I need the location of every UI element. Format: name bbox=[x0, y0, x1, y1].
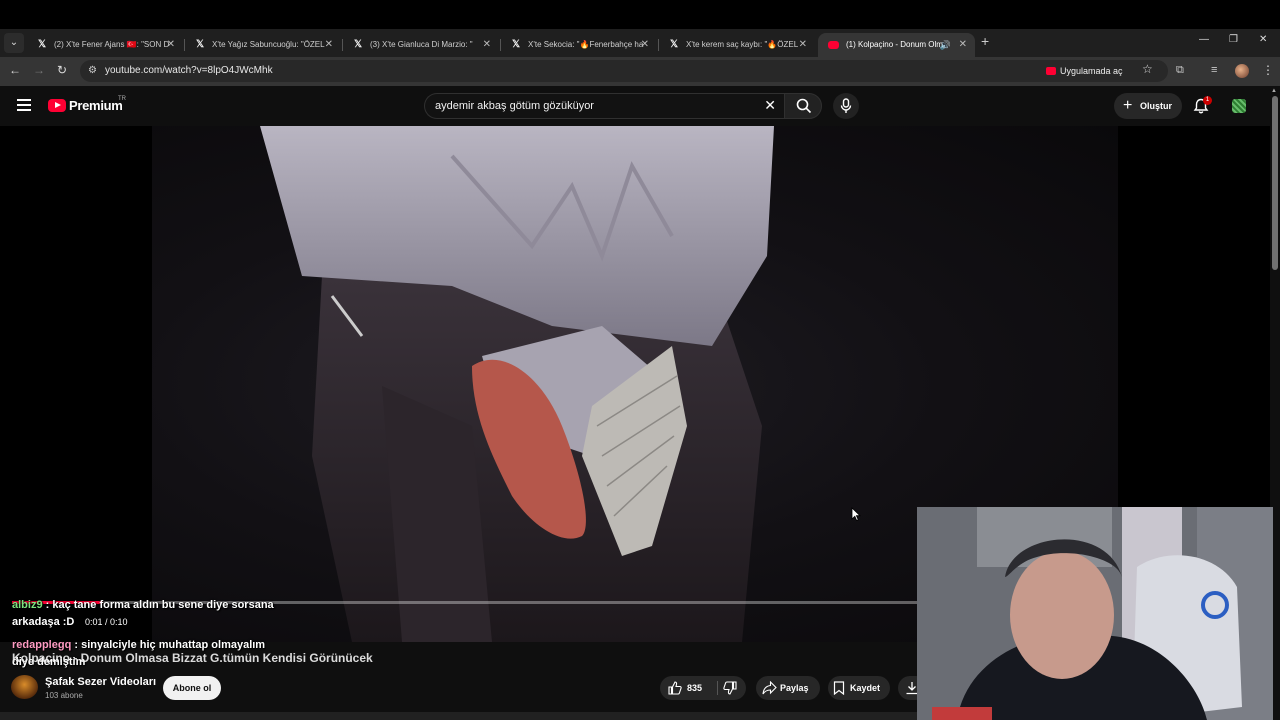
tab-title: X'te kerem saç kaybı: "🔥ÖZEL bbox=[686, 40, 799, 49]
youtube-icon bbox=[1046, 67, 1056, 75]
youtube-icon bbox=[828, 41, 839, 49]
chat-message: albiz9 : kaç tane forma aldın bu sene di… bbox=[12, 597, 274, 631]
tab-title: X'te Sekocia: "🔥Fenerbahçe ha bbox=[528, 40, 644, 49]
tab-title: (2) X'te Fener Ajans 🇹🇷: "SON D bbox=[54, 40, 170, 49]
clear-search-icon[interactable]: ✕ bbox=[764, 97, 776, 114]
x-logo-icon: 𝕏 bbox=[195, 39, 205, 50]
back-arrow-icon[interactable]: ← bbox=[9, 63, 21, 77]
bookmark-star-icon[interactable]: ☆ bbox=[1142, 62, 1153, 76]
x-logo-icon: 𝕏 bbox=[669, 39, 679, 50]
channel-avatar[interactable] bbox=[11, 675, 38, 699]
chat-text: sinyalciyle hiç muhattap olmayalım bbox=[81, 639, 266, 651]
browser-tab[interactable]: 𝕏 X'te kerem saç kaybı: "🔥ÖZEL ✕ bbox=[658, 33, 815, 57]
youtube-header: Premium TR aydemir akbaş götüm gözüküyor… bbox=[0, 86, 1280, 126]
account-avatar[interactable] bbox=[1232, 99, 1246, 113]
close-icon[interactable]: ✕ bbox=[483, 33, 491, 57]
subscribe-button[interactable]: Abone ol bbox=[163, 676, 221, 700]
address-bar-row: ← → ↻ ⚙ youtube.com/watch?v=8lpO4JWcMhk … bbox=[0, 57, 1280, 86]
page-scrollbar-thumb[interactable] bbox=[1272, 96, 1278, 270]
close-icon[interactable]: ✕ bbox=[959, 33, 967, 57]
like-dislike-pill: 835 bbox=[660, 676, 746, 700]
chat-text: kaç tane forma aldın bu sene diye sorsan… bbox=[52, 599, 274, 611]
media-control-icon[interactable]: ≡ bbox=[1211, 64, 1217, 76]
browser-tab-active[interactable]: (1) Kolpaçino - Donum Olm 🔊 ✕ bbox=[818, 33, 975, 57]
omnibox[interactable]: ⚙ youtube.com/watch?v=8lpO4JWcMhk Uygula… bbox=[80, 60, 1168, 82]
mouse-cursor-icon bbox=[851, 507, 861, 522]
search-box[interactable]: aydemir akbaş götüm gözüküyor ✕ bbox=[424, 93, 784, 119]
new-tab-button[interactable]: + bbox=[981, 33, 989, 49]
window-close-icon[interactable]: ✕ bbox=[1259, 34, 1267, 45]
browser-tab[interactable]: 𝕏 (2) X'te Fener Ajans 🇹🇷: "SON D ✕ bbox=[26, 33, 183, 57]
tab-title: (3) X'te Gianluca Di Marzio: " bbox=[370, 40, 473, 49]
browser-tab[interactable]: 𝕏 X'te Yağız Sabuncuoğlu: "ÖZEL ✕ bbox=[184, 33, 341, 57]
youtube-logo-icon[interactable] bbox=[48, 99, 66, 112]
top-black-bar bbox=[0, 0, 1280, 29]
subscriber-count: 103 abone bbox=[45, 691, 83, 700]
save-button[interactable]: Kaydet bbox=[828, 676, 890, 700]
reload-icon[interactable]: ↻ bbox=[57, 63, 67, 77]
search-input[interactable]: aydemir akbaş götüm gözüküyor bbox=[435, 94, 594, 118]
search-button[interactable] bbox=[784, 93, 822, 119]
create-label: Oluştur bbox=[1140, 101, 1173, 111]
close-icon[interactable]: ✕ bbox=[325, 33, 333, 57]
more-options-icon[interactable]: ⋮ bbox=[1262, 63, 1274, 77]
forward-arrow-icon[interactable]: → bbox=[33, 63, 45, 77]
open-in-app-button[interactable]: Uygulamada aç bbox=[1046, 63, 1123, 79]
webcam-person-illustration bbox=[917, 507, 1273, 720]
like-thumb-icon[interactable] bbox=[668, 681, 682, 695]
hamburger-menu-icon[interactable] bbox=[17, 99, 31, 111]
x-logo-icon: 𝕏 bbox=[37, 39, 47, 50]
youtube-premium-brand[interactable]: Premium bbox=[69, 98, 123, 113]
tab-title: (1) Kolpaçino - Donum Olm bbox=[846, 40, 943, 49]
dislike-thumb-icon[interactable] bbox=[723, 681, 737, 695]
close-icon[interactable]: ✕ bbox=[167, 33, 175, 57]
like-divider bbox=[717, 681, 718, 695]
microphone-icon bbox=[840, 98, 852, 113]
share-arrow-icon bbox=[762, 681, 777, 695]
tab-strip: ⌄ 𝕏 (2) X'te Fener Ajans 🇹🇷: "SON D ✕ 𝕏 … bbox=[0, 29, 1280, 57]
x-logo-icon: 𝕏 bbox=[353, 39, 363, 50]
create-button[interactable]: + Oluştur bbox=[1114, 93, 1182, 119]
minimize-icon[interactable]: — bbox=[1199, 34, 1209, 45]
notification-count-badge: 1 bbox=[1203, 96, 1212, 105]
browser-tab[interactable]: 𝕏 X'te Sekocia: "🔥Fenerbahçe ha ✕ bbox=[500, 33, 657, 57]
chat-text-continued: arkadaşa :D bbox=[12, 616, 75, 628]
like-count[interactable]: 835 bbox=[687, 676, 702, 700]
chat-username: albiz9 bbox=[12, 599, 43, 611]
browser-tab[interactable]: 𝕏 (3) X'te Gianluca Di Marzio: " ✕ bbox=[342, 33, 499, 57]
plus-icon: + bbox=[1123, 97, 1133, 114]
region-code: TR bbox=[118, 96, 126, 102]
save-label: Kaydet bbox=[850, 683, 881, 693]
speaker-icon[interactable]: 🔊 bbox=[940, 33, 951, 57]
voice-search-button[interactable] bbox=[833, 93, 859, 119]
close-icon[interactable]: ✕ bbox=[641, 33, 649, 57]
extensions-icon[interactable]: ⧉ bbox=[1176, 64, 1184, 77]
chat-username: redapplegq bbox=[12, 639, 72, 651]
video-title: Kolpaçino - Donum Olmasa Bizzat G.tümün … bbox=[12, 651, 373, 665]
site-info-icon[interactable]: ⚙ bbox=[88, 65, 97, 76]
x-logo-icon: 𝕏 bbox=[511, 39, 521, 50]
close-icon[interactable]: ✕ bbox=[799, 33, 807, 57]
open-in-app-label: Uygulamada aç bbox=[1060, 66, 1123, 76]
restore-icon[interactable]: ❐ bbox=[1229, 34, 1238, 45]
profile-avatar[interactable] bbox=[1235, 64, 1249, 78]
channel-name[interactable]: Şafak Sezer Videoları bbox=[45, 676, 156, 688]
share-label: Paylaş bbox=[780, 683, 809, 693]
tab-search-button[interactable]: ⌄ bbox=[4, 33, 24, 53]
scroll-up-arrow-icon[interactable]: ▲ bbox=[1271, 88, 1277, 94]
share-button[interactable]: Paylaş bbox=[756, 676, 820, 700]
search-icon bbox=[796, 98, 812, 114]
url-text[interactable]: youtube.com/watch?v=8lpO4JWcMhk bbox=[105, 60, 273, 82]
bookmark-icon bbox=[833, 681, 845, 695]
webcam-overlay bbox=[917, 507, 1273, 720]
tab-title: X'te Yağız Sabuncuoğlu: "ÖZEL bbox=[212, 40, 325, 49]
